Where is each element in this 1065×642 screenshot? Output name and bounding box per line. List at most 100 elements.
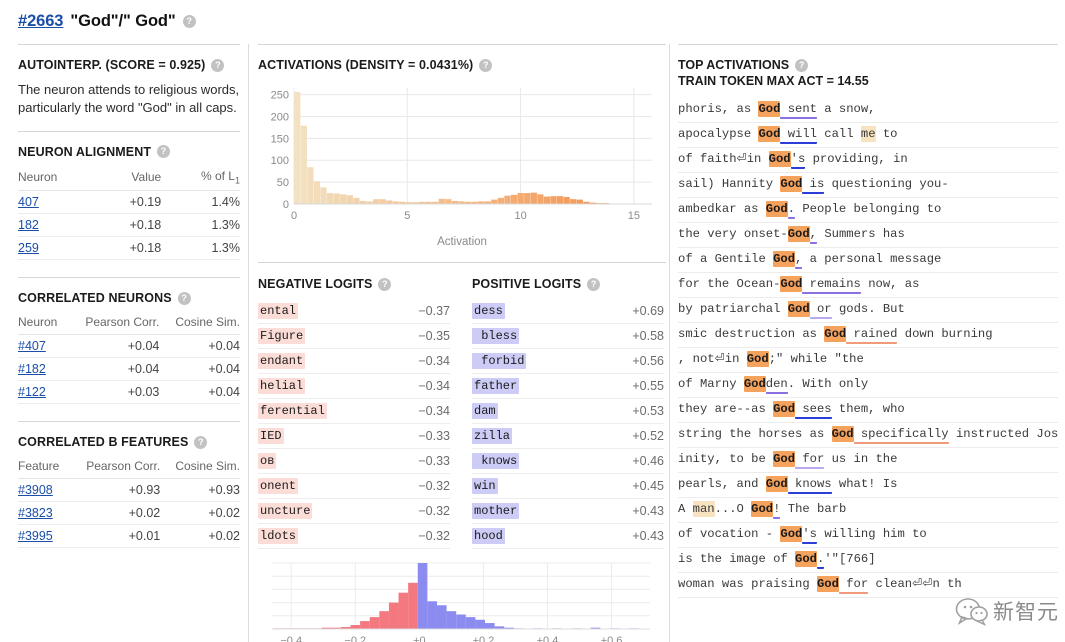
table-row[interactable]: 259 +0.18 1.3% <box>18 236 240 261</box>
feature-link[interactable]: #3995 <box>18 529 53 543</box>
logit-row[interactable]: uncture −0.32 <box>258 499 450 524</box>
cell-neuron[interactable]: 407 <box>18 190 98 215</box>
logit-row[interactable]: win +0.45 <box>472 474 664 499</box>
feature-link[interactable]: #3823 <box>18 506 53 520</box>
top-activations-heading-label: TOP ACTIVATIONS <box>678 58 790 72</box>
neuron-link[interactable]: 182 <box>18 218 39 232</box>
logit-token: dam <box>472 402 498 419</box>
watermark: 新智元 <box>955 596 1059 626</box>
logit-row[interactable]: mother +0.43 <box>472 499 664 524</box>
neuron-link[interactable]: #182 <box>18 362 46 376</box>
activation-token: phoris, as <box>678 102 759 116</box>
help-icon[interactable]: ? <box>182 15 196 28</box>
top-activation-row[interactable]: they are--as God sees them, who <box>678 398 1058 423</box>
positive-logits-list: dess +0.69 bless +0.58 forbid +0.56 father +0… <box>472 299 664 549</box>
logit-row[interactable]: ldots −0.32 <box>258 524 450 549</box>
logit-row[interactable]: Figure −0.35 <box>258 324 450 349</box>
help-icon[interactable]: ? <box>211 58 225 72</box>
logit-row[interactable]: bless +0.58 <box>472 324 664 349</box>
logit-row[interactable]: ов −0.33 <box>258 449 450 474</box>
cell-feature[interactable]: #3995 <box>18 524 69 549</box>
cell-feature[interactable]: #3823 <box>18 501 69 526</box>
neuron-link[interactable]: 407 <box>18 195 39 209</box>
top-activation-row[interactable]: the very onset-God, Summers has <box>678 223 1058 248</box>
logit-token: helial <box>258 377 306 394</box>
logit-token: ental <box>258 302 299 319</box>
col-neuron: Neuron <box>18 312 68 336</box>
help-icon[interactable]: ? <box>587 277 601 291</box>
table-row[interactable]: 182 +0.18 1.3% <box>18 213 240 238</box>
logit-token: uncture <box>258 502 313 519</box>
svg-text:150: 150 <box>271 133 289 145</box>
top-activation-row[interactable]: of faith⏎in God's providing, in <box>678 148 1058 173</box>
logit-row[interactable]: IED −0.33 <box>258 424 450 449</box>
activation-token: God <box>758 101 781 117</box>
cell-neuron[interactable]: #182 <box>18 357 68 382</box>
top-activation-row[interactable]: for the Ocean-God remains now, as <box>678 273 1058 298</box>
logit-row[interactable]: ferential −0.34 <box>258 399 450 424</box>
top-activation-row[interactable]: A man...O God! The barb <box>678 498 1058 523</box>
cell-neuron[interactable]: #122 <box>18 380 68 405</box>
top-activation-row[interactable]: string the horses as God specifically in… <box>678 423 1058 448</box>
help-icon[interactable]: ? <box>177 291 191 305</box>
negative-logits-list: ental −0.37 Figure −0.35 endant −0.34 helial −0… <box>258 299 450 549</box>
logit-row[interactable]: dam +0.53 <box>472 399 664 424</box>
cell-cosine: +0.04 <box>159 334 240 359</box>
table-row[interactable]: #3908 +0.93 +0.93 <box>18 478 240 503</box>
top-activation-row[interactable]: , not⏎in God;" while "the <box>678 348 1058 373</box>
cell-neuron[interactable]: 259 <box>18 236 98 261</box>
top-activation-row[interactable]: sail) Hannity God is questioning you- <box>678 173 1058 198</box>
help-icon[interactable]: ? <box>378 277 392 291</box>
logit-row[interactable]: hood +0.43 <box>472 524 664 549</box>
logit-row[interactable]: knows +0.46 <box>472 449 664 474</box>
neuron-link[interactable]: #407 <box>18 339 46 353</box>
help-icon[interactable]: ? <box>157 145 171 159</box>
top-activation-row[interactable]: by patriarchal God or gods. But <box>678 298 1058 323</box>
top-activation-row[interactable]: inity, to be God for us in the <box>678 448 1058 473</box>
neuron-link[interactable]: 259 <box>18 241 39 255</box>
top-activation-row[interactable]: of vocation - God's willing him to <box>678 523 1058 548</box>
logit-row[interactable]: zilla +0.52 <box>472 424 664 449</box>
logit-row[interactable]: helial −0.34 <box>258 374 450 399</box>
help-icon[interactable]: ? <box>479 58 493 72</box>
cell-neuron[interactable]: #407 <box>18 334 68 359</box>
logit-row[interactable]: forbid +0.56 <box>472 349 664 374</box>
help-icon[interactable]: ? <box>194 435 208 449</box>
table-row[interactable]: #182 +0.04 +0.04 <box>18 357 240 382</box>
top-activation-row[interactable]: of Marny Godden. With only <box>678 373 1058 398</box>
logit-row[interactable]: ental −0.37 <box>258 299 450 324</box>
top-activation-row[interactable]: is the image of God.'"[766] <box>678 548 1058 573</box>
top-activation-row[interactable]: apocalypse God will call me to <box>678 123 1058 148</box>
top-activation-row[interactable]: smic destruction as God rained down burn… <box>678 323 1058 348</box>
table-row[interactable]: #3995 +0.01 +0.02 <box>18 524 240 549</box>
col-pct-l1-text: % of L <box>200 168 235 183</box>
logit-row[interactable]: endant −0.34 <box>258 349 450 374</box>
activation-token: specifically <box>853 426 949 444</box>
activation-token: God <box>831 426 854 442</box>
cell-cosine: +0.02 <box>160 524 240 549</box>
top-activation-row[interactable]: phoris, as God sent a snow, <box>678 98 1058 123</box>
top-activation-row[interactable]: pearls, and God knows what! Is <box>678 473 1058 498</box>
logit-value: −0.32 <box>418 528 450 543</box>
neuron-link[interactable]: #122 <box>18 385 46 399</box>
help-icon[interactable]: ? <box>795 58 809 72</box>
feature-link[interactable]: #3908 <box>18 483 53 497</box>
table-row[interactable]: 407 +0.19 1.4% <box>18 190 240 215</box>
top-activation-row[interactable]: woman was praising God for clean⏎⏎n th <box>678 573 1058 598</box>
table-row[interactable]: #3823 +0.02 +0.02 <box>18 501 240 526</box>
table-row[interactable]: #407 +0.04 +0.04 <box>18 334 240 359</box>
table-row[interactable]: #122 +0.03 +0.04 <box>18 380 240 405</box>
top-activation-row[interactable]: ambedkar as God. People belonging to <box>678 198 1058 223</box>
feature-id-link[interactable]: #2663 <box>18 12 63 31</box>
activation-token: pearls, and <box>678 477 766 491</box>
logit-row[interactable]: onent −0.32 <box>258 474 450 499</box>
top-activation-row[interactable]: of a Gentile God, a personal message <box>678 248 1058 273</box>
activations-histogram-svg: 0 50 100 150 200 250 0 5 10 15 <box>271 88 652 222</box>
logit-row[interactable]: father +0.55 <box>472 374 664 399</box>
top-activations-header: TOP ACTIVATIONS ? TRAIN TOKEN MAX ACT = … <box>678 58 1058 88</box>
cell-neuron[interactable]: 182 <box>18 213 98 238</box>
logit-row[interactable]: dess +0.69 <box>472 299 664 324</box>
svg-text:0: 0 <box>283 199 289 211</box>
activation-token: providing, in <box>805 152 908 166</box>
cell-feature[interactable]: #3908 <box>18 478 69 503</box>
